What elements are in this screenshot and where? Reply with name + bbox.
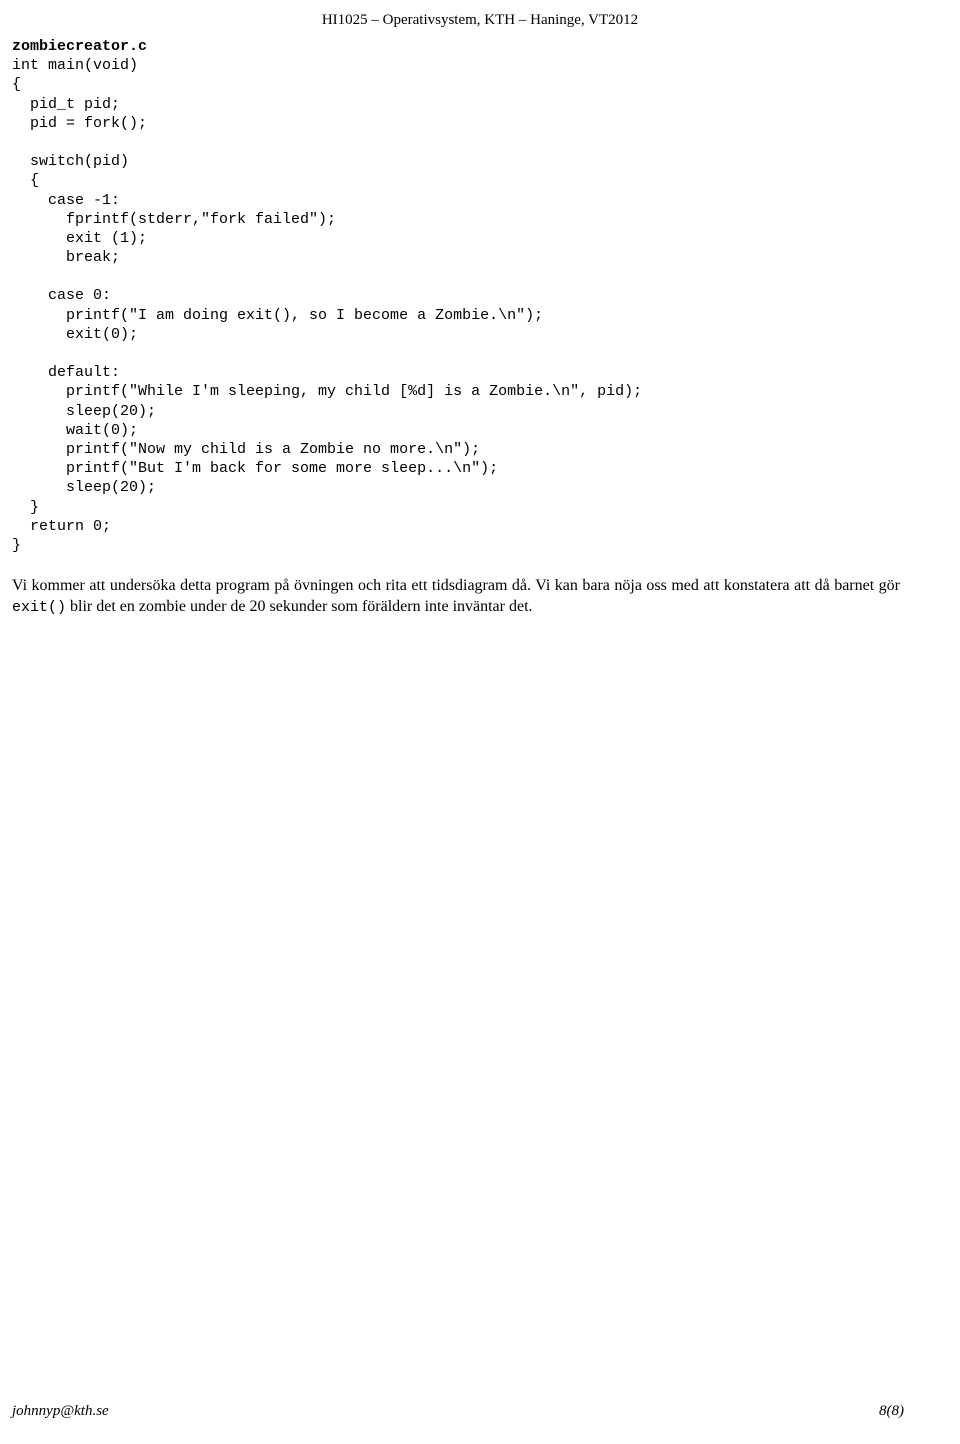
code-line: switch(pid)	[12, 153, 129, 170]
code-line: case 0:	[12, 287, 111, 304]
code-block: zombiecreator.c int main(void) { pid_t p…	[12, 37, 904, 555]
code-line: pid_t pid;	[12, 96, 120, 113]
content-area: zombiecreator.c int main(void) { pid_t p…	[0, 29, 960, 618]
code-line: {	[12, 76, 21, 93]
code-line: printf("Now my child is a Zombie no more…	[12, 441, 480, 458]
code-line: exit(0);	[12, 326, 138, 343]
code-line: printf("While I'm sleeping, my child [%d…	[12, 383, 642, 400]
code-title: zombiecreator.c	[12, 38, 147, 55]
code-line: {	[12, 172, 39, 189]
code-line: default:	[12, 364, 120, 381]
footer-page-number: 8(8)	[879, 1403, 904, 1420]
inline-code: exit()	[12, 599, 66, 616]
header-text: HI1025 – Operativsystem, KTH – Haninge, …	[322, 12, 638, 28]
code-line: int main(void)	[12, 57, 138, 74]
code-line: sleep(20);	[12, 403, 156, 420]
code-line: case -1:	[12, 192, 120, 209]
code-line: fprintf(stderr,"fork failed");	[12, 211, 336, 228]
code-line: }	[12, 499, 39, 516]
paragraph: Vi kommer att undersöka detta program på…	[12, 575, 904, 618]
page-header: HI1025 – Operativsystem, KTH – Haninge, …	[0, 0, 960, 29]
code-line: sleep(20);	[12, 479, 156, 496]
para-part1: Vi kommer att undersöka detta program på…	[12, 577, 900, 594]
footer-email: johnnyp@kth.se	[12, 1403, 109, 1420]
code-line: }	[12, 537, 21, 554]
code-line: exit (1);	[12, 230, 147, 247]
code-line: pid = fork();	[12, 115, 147, 132]
para-part2: blir det en zombie under de 20 sekunder …	[66, 598, 533, 615]
code-line: printf("But I'm back for some more sleep…	[12, 460, 498, 477]
code-line: return 0;	[12, 518, 111, 535]
page-footer: johnnyp@kth.se 8(8)	[12, 1403, 904, 1420]
code-line: wait(0);	[12, 422, 138, 439]
code-line: break;	[12, 249, 120, 266]
code-line: printf("I am doing exit(), so I become a…	[12, 307, 543, 324]
